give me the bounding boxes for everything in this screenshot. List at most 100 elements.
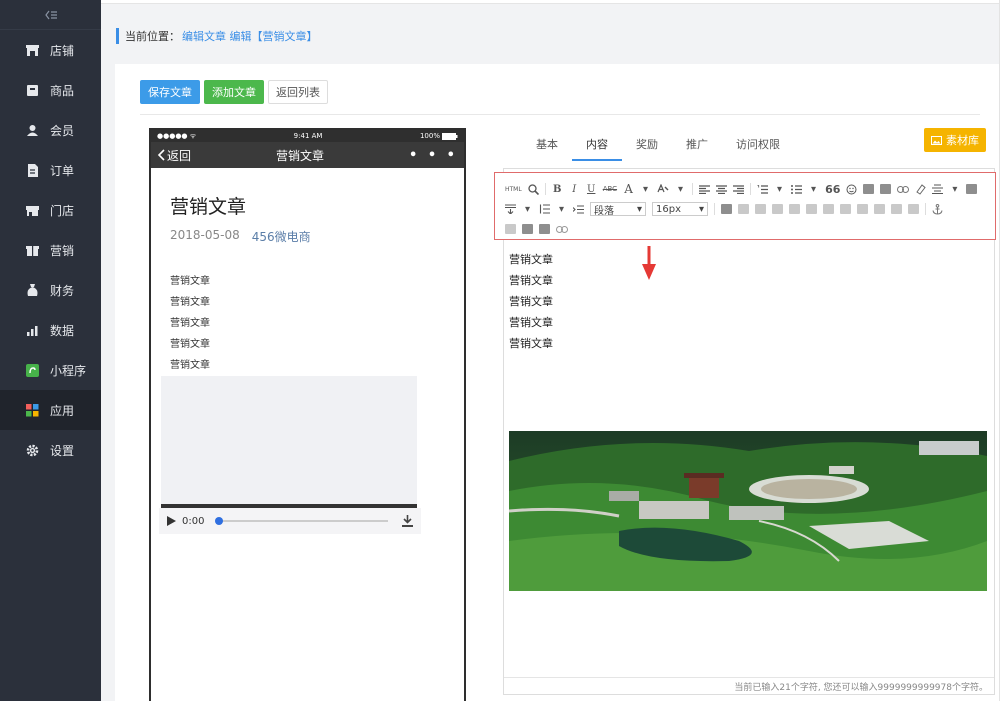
font-size-select[interactable]: 16px ▾ — [652, 202, 708, 216]
print-icon[interactable] — [522, 224, 533, 234]
paragraph-spacing-icon[interactable] — [505, 203, 516, 215]
editor-tabs: 基本 内容 奖励 推广 访问权限 — [522, 134, 794, 161]
editor-toolbar: HTML B I U ABC A ▾ ▾ ▾ ▾ 66 ▾ ▾ ▾ 段落 ▾ 1… — [494, 172, 996, 240]
split-columns-icon[interactable] — [908, 204, 919, 214]
sidebar-item-shop[interactable]: 门店 — [0, 190, 101, 230]
download-icon[interactable] — [402, 515, 413, 527]
template-icon[interactable] — [505, 224, 516, 234]
zoom-icon[interactable] — [528, 183, 539, 195]
store-icon — [26, 44, 39, 57]
dropdown-arrow-icon[interactable]: ▾ — [522, 203, 533, 215]
collapse-icon[interactable] — [0, 0, 101, 30]
editor-line[interactable]: 营销文章 — [509, 291, 553, 312]
align-center-icon[interactable] — [716, 183, 728, 195]
sidebar-item-label: 商品 — [50, 83, 75, 98]
dropdown-arrow-icon: ▾ — [698, 203, 704, 215]
sidebar-item-miniprogram[interactable]: 小程序 — [0, 350, 101, 390]
align-right-icon[interactable] — [733, 183, 745, 195]
fullscreen-icon[interactable] — [966, 184, 978, 194]
phone-back-button[interactable]: 返回 — [157, 147, 191, 164]
play-icon[interactable] — [167, 516, 176, 526]
tab-promotion[interactable]: 推广 — [672, 134, 722, 161]
more-icon[interactable]: • • • — [409, 148, 458, 163]
ordered-list-icon[interactable] — [757, 183, 769, 195]
miniprogram-icon — [26, 363, 39, 377]
audio-player: 0:00 — [159, 508, 421, 534]
underline-button[interactable]: U — [586, 183, 597, 195]
sidebar-item-marketing[interactable]: 营销 — [0, 230, 101, 270]
sidebar-item-member[interactable]: 会员 — [0, 110, 101, 150]
table-delete-icon[interactable] — [738, 204, 749, 214]
image-insert-icon[interactable] — [863, 184, 875, 194]
article-paragraphs: 营销文章 营销文章 营销文章 营销文章 营销文章 — [170, 271, 446, 376]
sidebar-item-store[interactable]: 店铺 — [0, 30, 101, 70]
merge-right-icon[interactable] — [857, 204, 868, 214]
add-article-button[interactable]: 添加文章 — [204, 80, 264, 104]
editor-line[interactable]: 营销文章 — [509, 312, 553, 333]
blockquote-button[interactable]: 66 — [825, 183, 840, 196]
unordered-list-icon[interactable] — [791, 183, 803, 195]
material-library-button[interactable]: 素材库 — [924, 128, 986, 152]
delete-column-icon[interactable] — [806, 204, 817, 214]
tab-content[interactable]: 内容 — [572, 134, 622, 161]
align-left-icon[interactable] — [699, 183, 711, 195]
insert-column-icon[interactable] — [772, 204, 783, 214]
merge-down-icon[interactable] — [874, 204, 885, 214]
breadcrumb-link[interactable]: 编辑文章 编辑【营销文章】 — [182, 28, 318, 44]
italic-button[interactable]: I — [569, 183, 580, 195]
sidebar-item-goods[interactable]: 商品 — [0, 70, 101, 110]
dropdown-arrow-icon[interactable]: ▾ — [675, 183, 686, 195]
tab-reward[interactable]: 奖励 — [622, 134, 672, 161]
split-rows-icon[interactable] — [891, 204, 902, 214]
battery-icon — [441, 132, 458, 140]
indent-icon[interactable] — [573, 203, 584, 215]
font-color-button[interactable]: A — [623, 182, 634, 196]
merge-cells-icon[interactable] — [840, 204, 851, 214]
audio-progress-knob[interactable] — [215, 517, 224, 525]
sidebar-item-apps[interactable]: 应用 — [0, 390, 101, 430]
editor-line[interactable]: 营销文章 — [509, 249, 553, 270]
editor-line[interactable]: 营销文章 — [509, 270, 553, 291]
audio-progress-track[interactable] — [215, 517, 388, 525]
unlink-icon[interactable] — [556, 223, 568, 235]
table-insert-icon[interactable] — [721, 204, 732, 214]
attachment-icon[interactable] — [539, 224, 550, 234]
dropdown-arrow-icon[interactable]: ▾ — [774, 183, 785, 195]
data-icon — [26, 324, 39, 337]
insert-row-icon[interactable] — [755, 204, 766, 214]
dropdown-arrow-icon[interactable]: ▾ — [949, 183, 960, 195]
sidebar-item-finance[interactable]: 财务 — [0, 270, 101, 310]
link-icon[interactable] — [897, 183, 910, 195]
html-source-button[interactable]: HTML — [505, 183, 522, 195]
tab-access[interactable]: 访问权限 — [722, 134, 794, 161]
video-placeholder[interactable] — [161, 376, 417, 508]
anchor-icon[interactable] — [932, 203, 943, 215]
save-article-button[interactable]: 保存文章 — [140, 80, 200, 104]
article-author[interactable]: 456微电商 — [252, 228, 311, 245]
delete-row-icon[interactable] — [789, 204, 800, 214]
sidebar-item-settings[interactable]: 设置 — [0, 430, 101, 470]
bold-button[interactable]: B — [552, 183, 563, 195]
eraser-icon[interactable] — [915, 183, 927, 195]
video-insert-icon[interactable] — [880, 184, 892, 194]
editor-line[interactable]: 营销文章 — [509, 333, 553, 354]
breadcrumb-prefix: 当前位置： — [125, 30, 180, 43]
back-to-list-button[interactable]: 返回列表 — [268, 80, 328, 104]
dropdown-arrow-icon[interactable]: ▾ — [808, 183, 819, 195]
editor-content[interactable]: 营销文章 营销文章 营销文章 营销文章 营销文章 — [509, 249, 553, 354]
row-spacing-icon[interactable] — [539, 203, 550, 215]
emoji-icon[interactable] — [846, 183, 857, 195]
strikethrough-button[interactable]: ABC — [603, 183, 617, 195]
dropdown-arrow-icon[interactable]: ▾ — [556, 203, 567, 215]
sidebar-item-data[interactable]: 数据 — [0, 310, 101, 350]
dropdown-arrow-icon[interactable]: ▾ — [640, 183, 651, 195]
article-image[interactable] — [509, 431, 987, 591]
goods-icon — [26, 84, 39, 97]
tab-basic[interactable]: 基本 — [522, 134, 572, 161]
paragraph-format-select[interactable]: 段落 ▾ — [590, 202, 646, 217]
split-cell-icon[interactable] — [823, 204, 834, 214]
sidebar-item-order[interactable]: 订单 — [0, 150, 101, 190]
character-counter: 当前已输入21个字符, 您还可以输入9999999999978个字符。 — [504, 677, 994, 694]
highlight-color-icon[interactable] — [657, 183, 669, 195]
line-height-icon[interactable] — [932, 183, 944, 195]
